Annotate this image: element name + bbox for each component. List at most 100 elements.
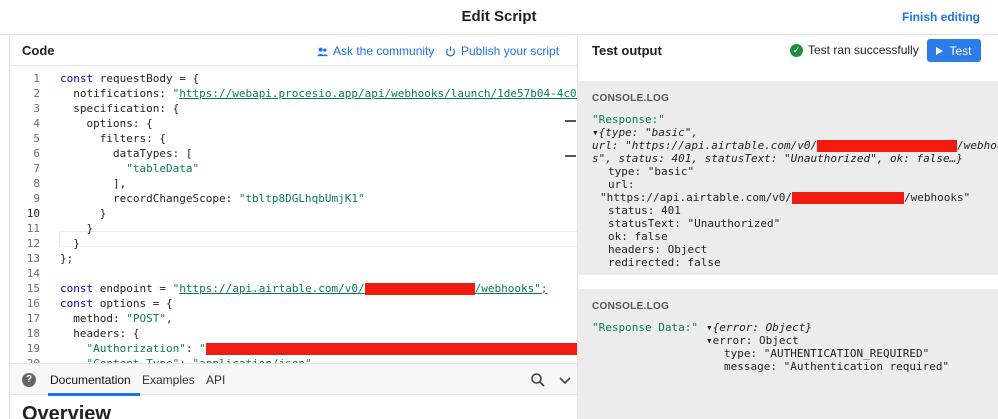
code-text: const endpoint = "https://api.airtable.c… — [60, 282, 548, 295]
code-line: 5 filters: { — [10, 131, 577, 146]
redaction-mark — [792, 192, 905, 204]
log-property: message: "Authentication required" — [724, 360, 950, 373]
search-icon[interactable] — [530, 372, 546, 388]
line-number: 13 — [26, 252, 40, 265]
test-button[interactable]: Test — [927, 39, 981, 62]
log-summary[interactable]: ▾{error: Object} — [706, 321, 812, 334]
log-property: status: 401 — [608, 204, 681, 217]
code-line: 8 ], — [10, 176, 577, 191]
console-log-title: CONSOLE.LOG — [592, 93, 670, 104]
code-text: method: "POST", — [60, 312, 173, 325]
test-output-panel: Test output ✓ Test ran successfully Test… — [578, 35, 998, 419]
code-text: filters: { — [60, 132, 166, 145]
ask-community-link[interactable]: Ask the community — [317, 44, 434, 58]
play-icon — [936, 46, 944, 55]
code-text: "Content-Type": "application/json", — [60, 356, 319, 363]
code-editor[interactable]: 1 const requestBody = { 2 notifications: … — [10, 67, 577, 363]
code-text: } — [60, 207, 107, 220]
line-number: 10 — [26, 207, 40, 220]
check-circle-icon: ✓ — [790, 43, 803, 57]
log-label: "Response Data:" — [592, 321, 698, 334]
ask-community-label: Ask the community — [333, 44, 435, 58]
test-button-label: Test — [949, 43, 972, 58]
line-number: 15 — [26, 282, 40, 295]
tab-documentation[interactable]: Documentation — [50, 373, 131, 387]
log-summary[interactable]: ▾{type: "basic", — [592, 126, 698, 139]
console-log-title: CONSOLE.LOG — [592, 301, 670, 312]
log-summary: s", status: 401, statusText: "Unauthoriz… — [592, 152, 963, 165]
line-number: 16 — [26, 297, 40, 310]
log-property: type: "basic" — [608, 165, 695, 178]
code-text: options: { — [60, 117, 153, 130]
line-number: 9 — [33, 192, 40, 205]
line-number: 20 — [10, 356, 40, 363]
page-title: Edit Script — [461, 8, 537, 25]
code-text: dataTypes: [ — [60, 147, 193, 160]
code-text: "Authorization": "8 — [60, 341, 577, 356]
code-text: notifications: "https://webapi.procesio.… — [60, 87, 577, 100]
code-text: recordChangeScope: "tbltp8DGLhqbUmjK1" — [60, 192, 365, 205]
code-text: }; — [60, 252, 74, 265]
people-icon — [317, 47, 328, 56]
code-text: const requestBody = { — [60, 72, 200, 85]
log-url-value-b: /webhooks" — [904, 191, 971, 204]
test-output-header: Test output ✓ Test ran successfully Test — [578, 35, 998, 66]
console-log-entry: CONSOLE.LOG "Response Data:" ▾{error: Ob… — [578, 289, 998, 419]
tab-examples[interactable]: Examples — [142, 373, 195, 387]
code-panel-title: Code — [22, 43, 55, 58]
code-line: 17 method: "POST", — [10, 311, 577, 326]
publish-script-link[interactable]: Publish your script — [445, 44, 559, 58]
power-icon — [445, 45, 456, 56]
code-line: 18 headers: { — [10, 326, 577, 341]
code-line: 2 notifications: "https://webapi.procesi… — [10, 86, 577, 101]
code-text: "tableData" — [60, 162, 200, 175]
line-number: 3 — [33, 102, 40, 115]
log-summary-url-a: url: "https://api.airtable.com/v0/ — [592, 139, 818, 152]
log-url-value-a: "https://api.airtable.com/v0/ — [600, 191, 793, 204]
line-number: 6 — [33, 147, 40, 160]
test-output-title: Test output — [592, 43, 662, 58]
code-line: 3 specification: { — [10, 101, 577, 116]
line-number: 18 — [26, 327, 40, 340]
test-status-text: Test ran successfully — [808, 43, 919, 57]
code-line: 6 dataTypes: [ — [10, 146, 577, 161]
redaction-mark — [817, 140, 958, 152]
log-summary: url: "https://api.airtable.com/v0/ /webho… — [592, 139, 998, 152]
line-number: 8 — [33, 177, 40, 190]
code-line: 10 } — [10, 206, 577, 221]
code-line: 11 } — [10, 221, 577, 236]
code-text: specification: { — [60, 102, 180, 115]
log-property: url: — [608, 178, 635, 191]
log-property: "https://api.airtable.com/v0/ /webhooks" — [600, 191, 970, 204]
line-number: 12 — [26, 237, 40, 250]
code-line: 19 "Authorization": "8 — [10, 341, 577, 356]
code-panel-header: Code Ask the community Publish your scri… — [10, 35, 577, 66]
code-line: 16 const options = { — [10, 296, 577, 311]
tab-api[interactable]: API — [206, 373, 225, 387]
line-number: 4 — [33, 117, 40, 130]
line-number: 5 — [33, 132, 40, 145]
log-property[interactable]: ▾error: Object — [706, 334, 799, 347]
code-text: ], — [60, 177, 127, 190]
line-number: 17 — [26, 312, 40, 325]
documentation-bar: ? Documentation Examples API — [10, 363, 577, 396]
code-text: headers: { — [60, 327, 140, 340]
chevron-down-icon[interactable] — [558, 373, 572, 387]
code-line: 4 options: { — [10, 116, 577, 131]
line-number: 7 — [33, 162, 40, 175]
console-log-entry: CONSOLE.LOG "Response:" ▾{type: "basic",… — [578, 81, 998, 275]
line-number: 14 — [26, 267, 40, 280]
log-property: redirected: false — [608, 256, 721, 269]
publish-script-label: Publish your script — [461, 44, 560, 58]
line-number: 11 — [26, 222, 40, 235]
log-property: statusText: "Unauthorized" — [608, 217, 781, 230]
code-line: 13}; — [10, 251, 577, 266]
log-property: type: "AUTHENTICATION_REQUIRED" — [724, 347, 930, 360]
top-bar: Edit Script Finish editing — [0, 0, 998, 35]
log-property[interactable]: headers: Object — [608, 243, 707, 256]
test-status: ✓ Test ran successfully — [790, 43, 919, 57]
code-text: } — [60, 237, 80, 250]
help-icon[interactable]: ? — [22, 373, 36, 387]
finish-editing-link[interactable]: Finish editing — [902, 10, 980, 24]
code-line: 14 — [10, 266, 577, 281]
